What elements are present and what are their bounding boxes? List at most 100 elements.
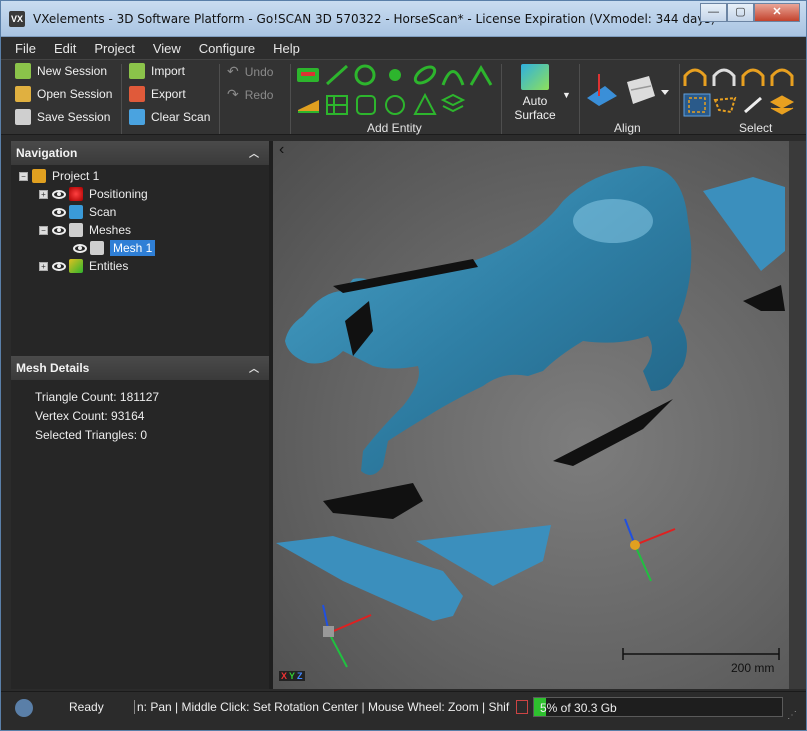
app-window: VX VXelements - 3D Software Platform - G… [0,0,807,731]
auto-surface-label-2: Surface [514,108,556,122]
select-group-label: Select [739,121,773,135]
tree-mesh-1[interactable]: Mesh 1 [73,239,156,257]
tree-positioning[interactable]: + Positioning [39,185,148,203]
scale-bar-label: 200 mm [731,661,775,675]
collapse-icon[interactable]: ︿ [249,145,261,160]
auto-surface-button[interactable]: Auto Surface [511,64,559,124]
align-group-label: Align [614,121,641,135]
title-bar: VX VXelements - 3D Software Platform - G… [1,1,806,37]
visibility-eye-icon[interactable] [52,225,66,235]
entities-icon [69,259,83,273]
tree-project[interactable]: − Project 1 [19,167,99,185]
globe-entity-icon [385,95,405,115]
close-button[interactable]: ✕ [754,3,800,22]
point-entity-icon [297,68,319,82]
axis-z-label: Z [297,671,303,681]
auto-surface-label-1: Auto [522,94,548,108]
axis-y-label: Y [289,671,296,681]
maximize-button[interactable]: ▢ [727,3,754,22]
meshes-label: Meshes [89,223,132,237]
sphere-entity-icon [389,69,401,81]
menu-project[interactable]: Project [94,41,134,56]
mesh-1-label: Mesh 1 [110,240,156,256]
status-bar: Ready n: Pan | Middle Click: Set Rotatio… [1,691,806,730]
ribbon-separator [579,64,580,134]
collapse-toggle-icon[interactable]: − [39,225,48,235]
polyline-entity-icon [469,65,493,86]
tree-scan[interactable]: Scan [52,203,116,221]
ribbon-separator [679,64,680,134]
scan-render [276,166,785,668]
tree-meshes[interactable]: − Meshes [39,221,131,239]
project-label: Project 1 [52,169,100,183]
menu-file[interactable]: File [15,41,36,56]
tree-entities[interactable]: + Entities [39,257,128,275]
axis-x-label: X [281,671,288,681]
triangle-count: Triangle Count: 181127 [35,390,160,404]
memory-usage-bar: 5% of 30.3 Gb [533,697,783,717]
menu-edit[interactable]: Edit [54,41,76,56]
add-entity-group-label: Add Entity [367,121,422,135]
scan-hole [323,483,423,519]
status-state: Ready [69,700,104,714]
meshes-icon [69,223,83,237]
3d-viewport[interactable]: ‹ 200 mm X Y Z [273,141,789,689]
menu-help[interactable]: Help [273,41,300,56]
specular-highlight [573,199,653,243]
scan-icon [69,205,83,219]
memory-usage-label: 5% of 30.3 Gb [540,701,617,715]
project-icon [32,169,46,183]
window-title: VXelements - 3D Software Platform - Go!S… [33,12,716,26]
navigation-title: Navigation [16,146,78,160]
collapse-icon[interactable]: ︿ [249,360,261,375]
plane-entity-icon [298,100,319,113]
visibility-eye-icon[interactable] [52,189,66,199]
cone-entity-icon [413,92,437,115]
positioning-targets-icon [69,187,83,201]
app-logo-icon: VX [9,11,25,27]
left-panel: Navigation ︿ − Project 1 + Positioning S… [11,141,269,689]
slot-entity-icon [413,65,437,85]
visibility-eye-icon[interactable] [52,207,66,217]
entities-label: Entities [89,259,129,273]
user-status-icon[interactable] [15,699,33,717]
expand-toggle-icon[interactable]: + [39,261,48,271]
auto-surface-dropdown[interactable]: ▼ [562,90,571,100]
ribbon-toolbar: New Session Open Session Save Session Im… [1,59,806,135]
ribbon-separator [501,64,502,134]
collapse-toggle-icon[interactable]: − [19,171,28,181]
resize-grip-icon[interactable]: ⋰ [787,710,797,721]
world-axis-gizmo [322,604,372,668]
circle-entity-icon [354,64,376,86]
curve-entity-icon [441,70,465,86]
visibility-eye-icon[interactable] [52,261,66,271]
scan-hole [743,285,785,311]
menu-view[interactable]: View [153,41,181,56]
layers-entity-icon [440,93,466,113]
scan-patch [703,177,785,271]
line-entity-icon [325,64,349,86]
scale-bar [622,648,780,660]
viewport-scrollbar[interactable] [789,141,806,689]
visibility-eye-icon[interactable] [73,243,87,253]
vertex-count: Vertex Count: 93164 [35,409,145,423]
scan-label: Scan [89,205,117,219]
cylinder-entity-icon [356,95,376,115]
scan-hole [553,399,673,466]
mesh-details-title: Mesh Details [16,361,90,375]
mesh-details-header[interactable]: Mesh Details ︿ [11,356,269,380]
positioning-label: Positioning [89,187,148,201]
expand-toggle-icon[interactable]: + [39,189,48,199]
selected-triangles: Selected Triangles: 0 [35,428,148,442]
memory-icon [516,700,528,714]
auto-surface-icon [521,64,549,90]
status-hint: n: Pan | Middle Click: Set Rotation Cent… [134,700,516,714]
collapse-panel-arrow[interactable]: ‹ [279,141,284,159]
navigation-header[interactable]: Navigation ︿ [11,141,269,165]
view-axes-indicator[interactable]: X Y Z [279,671,305,681]
menu-configure[interactable]: Configure [199,41,255,56]
axis-gizmo [624,518,676,582]
menu-bar: File Edit Project View Configure Help [1,37,806,59]
minimize-button[interactable]: — [700,3,727,22]
mesh-icon [90,241,104,255]
